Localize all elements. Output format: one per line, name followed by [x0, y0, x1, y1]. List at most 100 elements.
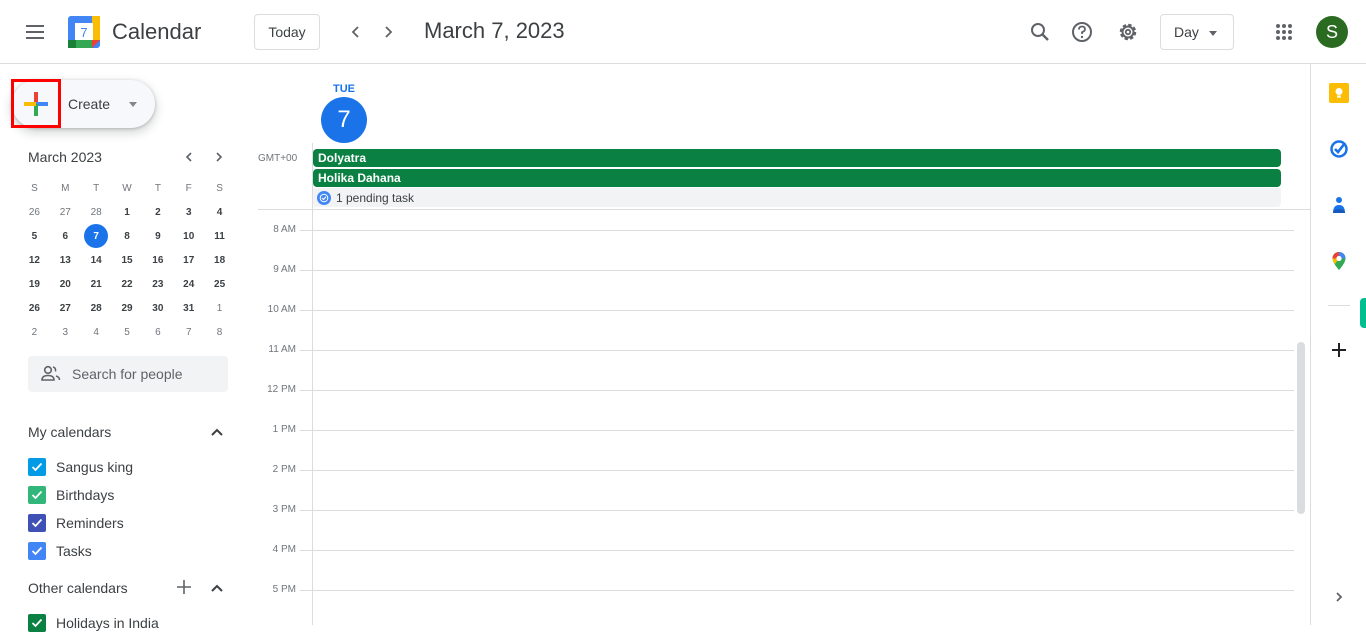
- main-menu-button[interactable]: [22, 20, 50, 44]
- mini-calendar-day[interactable]: 27: [50, 296, 81, 320]
- mini-calendar-day[interactable]: 19: [19, 272, 50, 296]
- contacts-button[interactable]: [1328, 194, 1350, 216]
- mini-calendar-week: 5 6 7 8 9 10 11: [19, 224, 235, 248]
- keep-button[interactable]: [1328, 82, 1350, 104]
- mini-calendar-day[interactable]: 2: [19, 320, 50, 344]
- my-calendar-item[interactable]: Tasks: [28, 541, 92, 561]
- expand-side-panel-button[interactable]: [1328, 586, 1350, 608]
- day-time-grid[interactable]: [258, 209, 1310, 625]
- mini-calendar-day[interactable]: 5: [112, 320, 143, 344]
- mini-calendar-day[interactable]: 15: [112, 248, 143, 272]
- help-button[interactable]: [1070, 20, 1094, 44]
- mini-calendar-day[interactable]: 16: [142, 248, 173, 272]
- add-other-calendar-button[interactable]: [174, 577, 194, 597]
- mini-calendar-day[interactable]: 11: [204, 224, 235, 248]
- mini-calendar-day[interactable]: 5: [19, 224, 50, 248]
- search-button[interactable]: [1028, 20, 1052, 44]
- mini-calendar-day[interactable]: 4: [204, 200, 235, 224]
- create-label[interactable]: Create: [68, 96, 110, 112]
- search-people-placeholder: Search for people: [72, 366, 183, 382]
- weekday-label: T: [154, 182, 161, 194]
- side-panel-active-tab[interactable]: [1360, 298, 1366, 328]
- grid-scrollbar[interactable]: [1297, 342, 1305, 514]
- mini-calendar-prev-button[interactable]: [181, 149, 197, 165]
- hour-label: 10 AM: [267, 304, 296, 315]
- hour-gridline: [300, 510, 1294, 511]
- create-caret-icon[interactable]: [129, 102, 137, 107]
- calendar-checkbox[interactable]: [28, 542, 46, 560]
- hour-label: 11 AM: [268, 344, 296, 355]
- today-button[interactable]: Today: [254, 14, 320, 50]
- hour-label: 2 PM: [272, 464, 296, 475]
- mini-calendar-day[interactable]: 30: [142, 296, 173, 320]
- mini-calendar-day[interactable]: 24: [173, 272, 204, 296]
- mini-calendar-next-button[interactable]: [211, 149, 227, 165]
- mini-calendar-day[interactable]: 28: [81, 200, 112, 224]
- mini-calendar-day[interactable]: 9: [142, 224, 173, 248]
- calendar-checkbox[interactable]: [28, 486, 46, 504]
- create-plus-icon[interactable]: [23, 91, 49, 117]
- mini-calendar-day[interactable]: 23: [142, 272, 173, 296]
- calendar-checkbox[interactable]: [28, 614, 46, 632]
- mini-calendar-day[interactable]: 6: [50, 224, 81, 248]
- mini-calendar-week: 26 27 28 29 30 31 1: [19, 296, 235, 320]
- mini-calendar-day[interactable]: 22: [112, 272, 143, 296]
- mini-calendar-day[interactable]: 29: [112, 296, 143, 320]
- mini-calendar-day[interactable]: 1: [204, 296, 235, 320]
- mini-calendar-day[interactable]: 1: [112, 200, 143, 224]
- mini-calendar-day[interactable]: 2: [142, 200, 173, 224]
- other-calendars-title[interactable]: Other calendars: [28, 580, 128, 596]
- mini-calendar-day[interactable]: 28: [81, 296, 112, 320]
- day-number-button[interactable]: 7: [321, 97, 367, 143]
- tasks-button[interactable]: [1328, 138, 1350, 160]
- weekday-label: M: [61, 182, 70, 194]
- mini-calendar-week: 26 27 28 1 2 3 4: [19, 200, 235, 224]
- mini-calendar-day[interactable]: 7: [173, 320, 204, 344]
- account-avatar[interactable]: S: [1316, 16, 1348, 48]
- mini-calendar-day[interactable]: 13: [50, 248, 81, 272]
- mini-calendar-day[interactable]: 18: [204, 248, 235, 272]
- all-day-event[interactable]: Holika Dahana: [313, 169, 1281, 187]
- maps-button[interactable]: [1328, 250, 1350, 272]
- day-of-week-label: TUE: [333, 83, 355, 95]
- side-panel-separator: [1328, 305, 1350, 306]
- previous-day-button[interactable]: [344, 20, 368, 44]
- my-calendar-item[interactable]: Reminders: [28, 513, 124, 533]
- mini-calendar-day[interactable]: 3: [50, 320, 81, 344]
- mini-calendar-day[interactable]: 26: [19, 296, 50, 320]
- mini-calendar-day[interactable]: 14: [81, 248, 112, 272]
- all-day-event[interactable]: Dolyatra: [313, 149, 1281, 167]
- mini-calendar-day-selected[interactable]: 7: [81, 224, 112, 248]
- view-selector[interactable]: Day: [1160, 14, 1234, 50]
- next-day-button[interactable]: [376, 20, 400, 44]
- mini-calendar-day[interactable]: 31: [173, 296, 204, 320]
- my-calendar-item[interactable]: Sangus king: [28, 457, 133, 477]
- mini-calendar-day[interactable]: 20: [50, 272, 81, 296]
- collapse-my-calendars-button[interactable]: [207, 422, 227, 442]
- get-addons-button[interactable]: [1328, 339, 1350, 361]
- mini-calendar-day[interactable]: 8: [112, 224, 143, 248]
- hour-gridline: [300, 310, 1294, 311]
- my-calendar-item[interactable]: Birthdays: [28, 485, 114, 505]
- mini-calendar-day[interactable]: 17: [173, 248, 204, 272]
- mini-calendar-day[interactable]: 8: [204, 320, 235, 344]
- mini-calendar-day[interactable]: 21: [81, 272, 112, 296]
- hour-label: 3 PM: [272, 504, 296, 515]
- mini-calendar-day[interactable]: 10: [173, 224, 204, 248]
- my-calendars-title[interactable]: My calendars: [28, 424, 111, 440]
- mini-calendar-day[interactable]: 27: [50, 200, 81, 224]
- calendar-checkbox[interactable]: [28, 458, 46, 476]
- mini-calendar-day[interactable]: 25: [204, 272, 235, 296]
- search-people-input[interactable]: Search for people: [28, 356, 228, 392]
- pending-tasks-chip[interactable]: 1 pending task: [313, 188, 1281, 207]
- mini-calendar-day[interactable]: 12: [19, 248, 50, 272]
- mini-calendar-day[interactable]: 4: [81, 320, 112, 344]
- mini-calendar-day[interactable]: 3: [173, 200, 204, 224]
- settings-button[interactable]: [1116, 20, 1140, 44]
- calendar-checkbox[interactable]: [28, 514, 46, 532]
- mini-calendar-day[interactable]: 26: [19, 200, 50, 224]
- mini-calendar-day[interactable]: 6: [142, 320, 173, 344]
- other-calendar-item[interactable]: Holidays in India: [28, 613, 159, 633]
- google-apps-button[interactable]: [1272, 20, 1296, 44]
- collapse-other-calendars-button[interactable]: [207, 578, 227, 598]
